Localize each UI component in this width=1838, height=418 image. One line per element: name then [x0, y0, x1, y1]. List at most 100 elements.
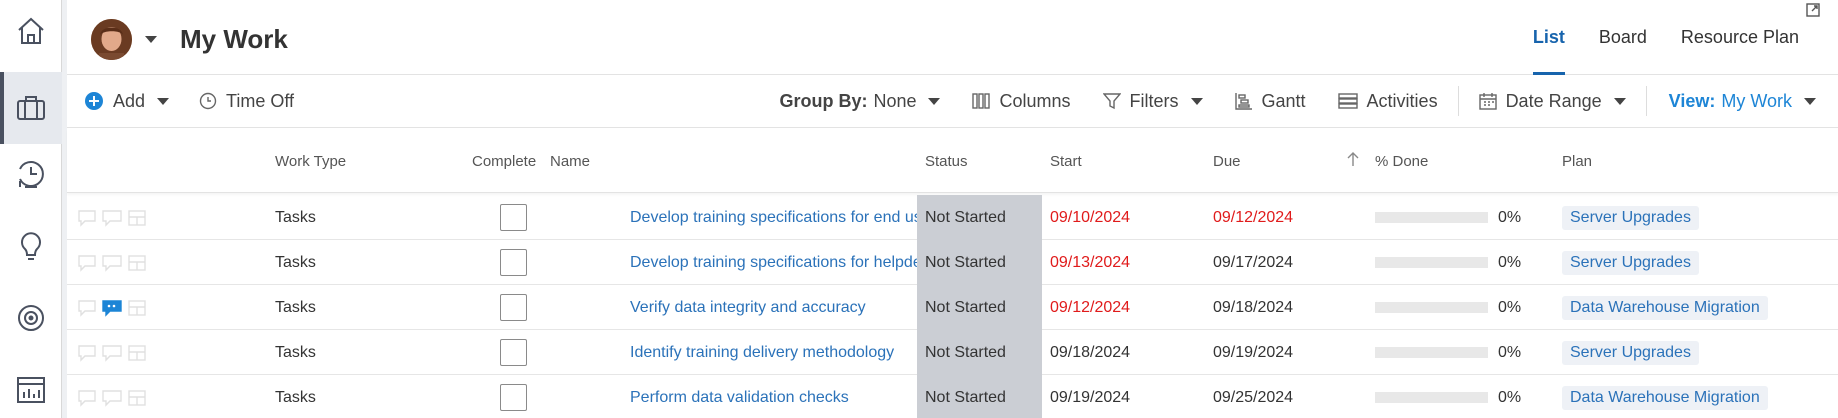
table-row[interactable]: Tasks Identify training delivery methodo…	[67, 330, 1838, 375]
columns-label: Columns	[999, 90, 1071, 111]
date-range-dropdown[interactable]: Date Range	[1478, 75, 1626, 128]
layout-icon[interactable]	[127, 389, 147, 407]
time-off-button[interactable]: Time Off	[199, 75, 294, 128]
start-date-cell[interactable]: 09/18/2024	[1050, 330, 1130, 375]
complete-checkbox[interactable]	[500, 249, 527, 276]
start-date-cell[interactable]: 09/10/2024	[1050, 195, 1130, 240]
layout-icon[interactable]	[127, 254, 147, 272]
plan-tag[interactable]: Data Warehouse Migration	[1562, 385, 1768, 410]
status-cell[interactable]: Not Started	[917, 285, 1042, 330]
layout-icon[interactable]	[127, 209, 147, 227]
comment-icon[interactable]	[101, 344, 123, 362]
complete-checkbox[interactable]	[500, 339, 527, 366]
status-cell[interactable]: Not Started	[917, 195, 1042, 240]
group-by-dropdown[interactable]: Group By: None	[779, 75, 941, 128]
status-cell[interactable]: Not Started	[917, 240, 1042, 285]
column-header-plan[interactable]: Plan	[1562, 153, 1592, 170]
activities-button[interactable]: Activities	[1337, 75, 1438, 128]
percent-done-cell: 0%	[1375, 240, 1521, 285]
view-dropdown[interactable]: View: My Work	[1669, 75, 1816, 128]
column-header-percent-done[interactable]: % Done	[1375, 153, 1428, 170]
gantt-button[interactable]: Gantt	[1234, 75, 1306, 128]
tab-list[interactable]: List	[1516, 0, 1582, 75]
complete-checkbox[interactable]	[500, 384, 527, 411]
nav-my-work[interactable]	[0, 72, 62, 144]
due-date-cell[interactable]: 09/19/2024	[1213, 330, 1293, 375]
due-date-cell[interactable]: 09/17/2024	[1213, 240, 1293, 285]
complete-checkbox[interactable]	[500, 204, 527, 231]
columns-button[interactable]: Columns	[972, 75, 1071, 128]
comment-icon[interactable]	[101, 299, 123, 317]
status-cell[interactable]: Not Started	[917, 330, 1042, 375]
start-date-cell[interactable]: 09/19/2024	[1050, 375, 1130, 418]
tab-board[interactable]: Board	[1582, 0, 1664, 75]
nav-goals[interactable]	[0, 287, 62, 349]
start-date-cell[interactable]: 09/13/2024	[1050, 240, 1130, 285]
nav-home[interactable]	[0, 0, 62, 62]
filters-chevron-down-icon	[1190, 97, 1203, 105]
note-icon[interactable]	[77, 344, 97, 362]
work-type-cell: Tasks	[275, 343, 316, 361]
add-label: Add	[113, 90, 146, 111]
note-icon[interactable]	[77, 254, 97, 272]
task-name-link[interactable]: Develop training specifications for help…	[630, 254, 917, 272]
nav-ideas[interactable]	[0, 215, 62, 277]
avatar[interactable]	[91, 19, 132, 60]
task-name-link[interactable]: Verify data integrity and accuracy	[630, 299, 866, 317]
note-icon[interactable]	[77, 299, 97, 317]
view-value: My Work	[1721, 90, 1792, 111]
layout-icon[interactable]	[127, 299, 147, 317]
column-header-start[interactable]: Start	[1050, 153, 1082, 170]
note-icon[interactable]	[77, 209, 97, 227]
start-date-cell[interactable]: 09/12/2024	[1050, 285, 1130, 330]
percent-done-value: 0%	[1498, 388, 1522, 406]
column-header-status[interactable]: Status	[925, 153, 968, 170]
left-nav-rail	[0, 0, 62, 418]
note-icon[interactable]	[77, 389, 97, 407]
plan-tag[interactable]: Data Warehouse Migration	[1562, 295, 1768, 320]
view-tabs: List Board Resource Plan	[1516, 0, 1816, 75]
complete-checkbox[interactable]	[500, 294, 527, 321]
clock-icon	[199, 92, 217, 110]
task-name-link[interactable]: Develop training specifications for end …	[630, 209, 917, 227]
user-menu-chevron-down-icon[interactable]	[145, 36, 157, 43]
sort-arrow-up-icon[interactable]	[1346, 151, 1360, 167]
progress-bar	[1375, 212, 1488, 223]
layout-icon[interactable]	[127, 344, 147, 362]
table-row[interactable]: Tasks Verify data integrity and accuracy…	[67, 285, 1838, 330]
due-date-cell[interactable]: 09/25/2024	[1213, 375, 1293, 418]
comment-icon[interactable]	[101, 254, 123, 272]
expand-icon[interactable]	[1806, 3, 1820, 17]
toolbar-divider	[1645, 86, 1647, 116]
due-date-cell[interactable]: 09/12/2024	[1213, 195, 1293, 240]
column-header-complete[interactable]: Complete	[472, 153, 536, 170]
comment-icon[interactable]	[101, 209, 123, 227]
complete-cell	[500, 285, 527, 330]
table-row[interactable]: Tasks Develop training specifications fo…	[67, 195, 1838, 240]
table-row[interactable]: Tasks Develop training specifications fo…	[67, 240, 1838, 285]
nav-timesheets[interactable]	[0, 143, 62, 205]
column-header-due[interactable]: Due	[1213, 153, 1241, 170]
due-date-cell[interactable]: 09/18/2024	[1213, 285, 1293, 330]
task-name-link[interactable]: Perform data validation checks	[630, 389, 849, 407]
filters-button[interactable]: Filters	[1102, 75, 1203, 128]
plan-cell: Data Warehouse Migration	[1562, 285, 1768, 330]
status-cell[interactable]: Not Started	[917, 375, 1042, 418]
plan-tag[interactable]: Server Upgrades	[1562, 340, 1699, 365]
comment-icon[interactable]	[101, 389, 123, 407]
task-name-link[interactable]: Identify training delivery methodology	[630, 344, 894, 362]
nav-dashboards[interactable]	[0, 358, 62, 418]
add-chevron-down-icon	[157, 97, 170, 105]
tab-resource-plan[interactable]: Resource Plan	[1664, 0, 1816, 75]
column-header-name[interactable]: Name	[550, 153, 590, 170]
progress-bar	[1375, 302, 1488, 313]
column-header-work-type[interactable]: Work Type	[275, 153, 346, 170]
name-cell: Develop training specifications for help…	[630, 240, 917, 285]
plan-tag[interactable]: Server Upgrades	[1562, 205, 1699, 230]
add-button[interactable]: Add	[84, 75, 170, 128]
table-row[interactable]: Tasks Perform data validation checks Not…	[67, 375, 1838, 418]
filters-label: Filters	[1129, 90, 1179, 111]
plan-tag[interactable]: Server Upgrades	[1562, 250, 1699, 275]
complete-cell	[500, 375, 527, 418]
percent-done-value: 0%	[1498, 208, 1522, 226]
